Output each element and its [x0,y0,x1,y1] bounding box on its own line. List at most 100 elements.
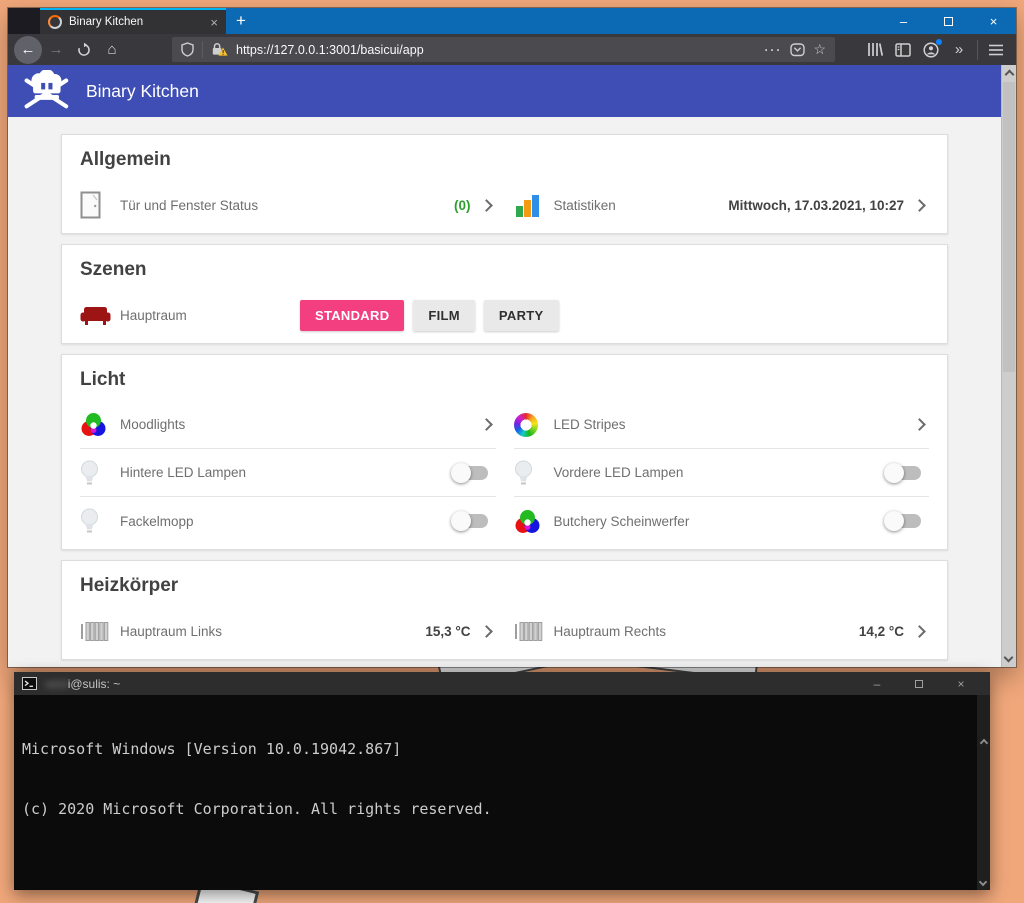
scrollbar-thumb[interactable] [1003,82,1015,372]
door-icon [80,191,120,219]
library-button[interactable] [861,37,889,63]
sidebar-icon [895,43,911,57]
card-szenen: Szenen Hauptraum [61,244,948,344]
scroll-up-icon[interactable] [1004,70,1014,80]
titlebar-spacer [8,8,40,34]
browser-titlebar: Binary Kitchen × + – × [8,8,1016,34]
chevron-right-icon [913,418,926,431]
section-title: Allgemein [80,148,929,172]
toggle-knob [451,463,471,483]
radiator-icon [80,621,120,642]
toggle-switch[interactable] [454,466,488,480]
reload-icon [77,43,91,57]
bar-chart-icon [514,192,554,219]
maximize-icon [944,17,953,26]
menu-button[interactable] [982,37,1010,63]
item-label: Statistiken [554,198,729,213]
list-item-statistics[interactable]: Statistiken Mittwoch, 17.03.2021, 10:27 [514,181,930,229]
desktop: Binary Kitchen × + – × ← → ⌂ [0,0,1024,903]
item-label: LED Stripes [554,417,916,432]
maximize-icon [915,680,923,688]
item-value: (0) [454,198,471,213]
back-button[interactable]: ← [14,36,42,64]
section-title: Heizkörper [80,574,929,598]
tab-close-icon[interactable]: × [210,16,218,29]
radiator-icon [514,621,554,642]
scene-button-party[interactable]: PARTY [484,300,559,331]
item-label: Fackelmopp [120,514,454,529]
url-text[interactable]: https://127.0.0.1:3001/basicui/app [236,43,756,57]
maximize-button[interactable] [926,8,971,34]
rgb-circles-icon [514,509,554,534]
page-actions-icon[interactable]: ··· [764,43,782,57]
terminal-scrollbar[interactable] [977,695,990,890]
sidebar-button[interactable] [889,37,917,63]
rgb-circles-icon [80,412,120,437]
list-item-scene: Hauptraum STANDARD FILM PARTY [80,291,929,339]
toggle-switch[interactable] [887,466,921,480]
terminal-minimize-button[interactable]: – [856,677,898,691]
toggle-switch[interactable] [887,514,921,528]
page-title: Binary Kitchen [86,81,199,102]
list-item-heizung-links[interactable]: Hauptraum Links 15,3 °C [80,607,496,655]
cmd-icon [22,677,37,690]
list-item-vordere-led: Vordere LED Lampen [514,449,930,497]
list-item-fackelmopp: Fackelmopp [80,497,496,545]
terminal-output[interactable]: Microsoft Windows [Version 10.0.19042.86… [14,695,990,890]
minimize-button[interactable]: – [881,8,926,34]
scene-button-film[interactable]: FILM [413,300,475,331]
reload-button[interactable] [70,37,98,63]
tab-title: Binary Kitchen [69,16,203,28]
terminal-line: (c) 2020 Microsoft Corporation. All righ… [22,799,982,819]
insecure-lock-icon[interactable] [211,42,228,57]
item-label: Moodlights [120,417,482,432]
list-item-moodlights[interactable]: Moodlights [80,401,496,449]
overflow-menu-button[interactable]: » [945,37,973,63]
toggle-knob [884,511,904,531]
scroll-up-icon[interactable] [979,739,987,747]
chevron-right-icon [913,199,926,212]
pocket-icon[interactable] [790,43,805,57]
account-button[interactable] [917,37,945,63]
item-value: Mittwoch, 17.03.2021, 10:27 [728,198,904,213]
light-bulb-icon [80,508,120,534]
scene-button-standard[interactable]: STANDARD [300,300,404,331]
app-header: Binary Kitchen [8,65,1001,117]
terminal-maximize-button[interactable] [898,677,940,691]
scroll-down-icon[interactable] [1004,653,1014,663]
home-button[interactable]: ⌂ [98,37,126,63]
terminal-window: venti@sulis: ~ – × Microsoft Windows [Ve… [14,672,990,890]
card-licht: Licht [61,354,948,550]
list-item-door-status[interactable]: Tür und Fenster Status (0) [80,181,496,229]
forward-button[interactable]: → [42,37,70,63]
library-icon [867,42,883,57]
item-label: Hauptraum Rechts [554,624,859,639]
item-label: Butchery Scheinwerfer [554,514,888,529]
browser-tab[interactable]: Binary Kitchen × [40,8,226,34]
item-label: Hauptraum [120,308,300,323]
section-title: Licht [80,368,929,392]
list-item-heizung-rechts[interactable]: Hauptraum Rechts 14,2 °C [514,607,930,655]
terminal-close-button[interactable]: × [940,677,982,691]
card-allgemein: Allgemein Tür und Fenster Status [61,134,948,234]
tracking-shield-icon[interactable] [181,42,194,57]
page-scrollbar[interactable] [1001,65,1016,667]
item-label: Hintere LED Lampen [120,465,454,480]
terminal-titlebar: venti@sulis: ~ – × [14,672,990,695]
bookmark-star-icon[interactable]: ☆ [813,41,826,58]
toggle-knob [884,463,904,483]
close-button[interactable]: × [971,8,1016,34]
light-bulb-icon [514,460,554,486]
chef-hat-logo-icon [20,70,72,112]
toggle-switch[interactable] [454,514,488,528]
account-notification-dot [936,39,942,45]
list-item-led-stripes[interactable]: LED Stripes [514,401,930,449]
new-tab-button[interactable]: + [226,8,256,34]
section-title: Szenen [80,258,929,282]
url-bar[interactable]: https://127.0.0.1:3001/basicui/app ··· ☆ [172,37,835,62]
list-item-butchery: Butchery Scheinwerfer [514,497,930,545]
item-label: Hauptraum Links [120,624,425,639]
chevron-right-icon [913,625,926,638]
scroll-down-icon[interactable] [979,878,987,886]
chevron-right-icon [480,418,493,431]
